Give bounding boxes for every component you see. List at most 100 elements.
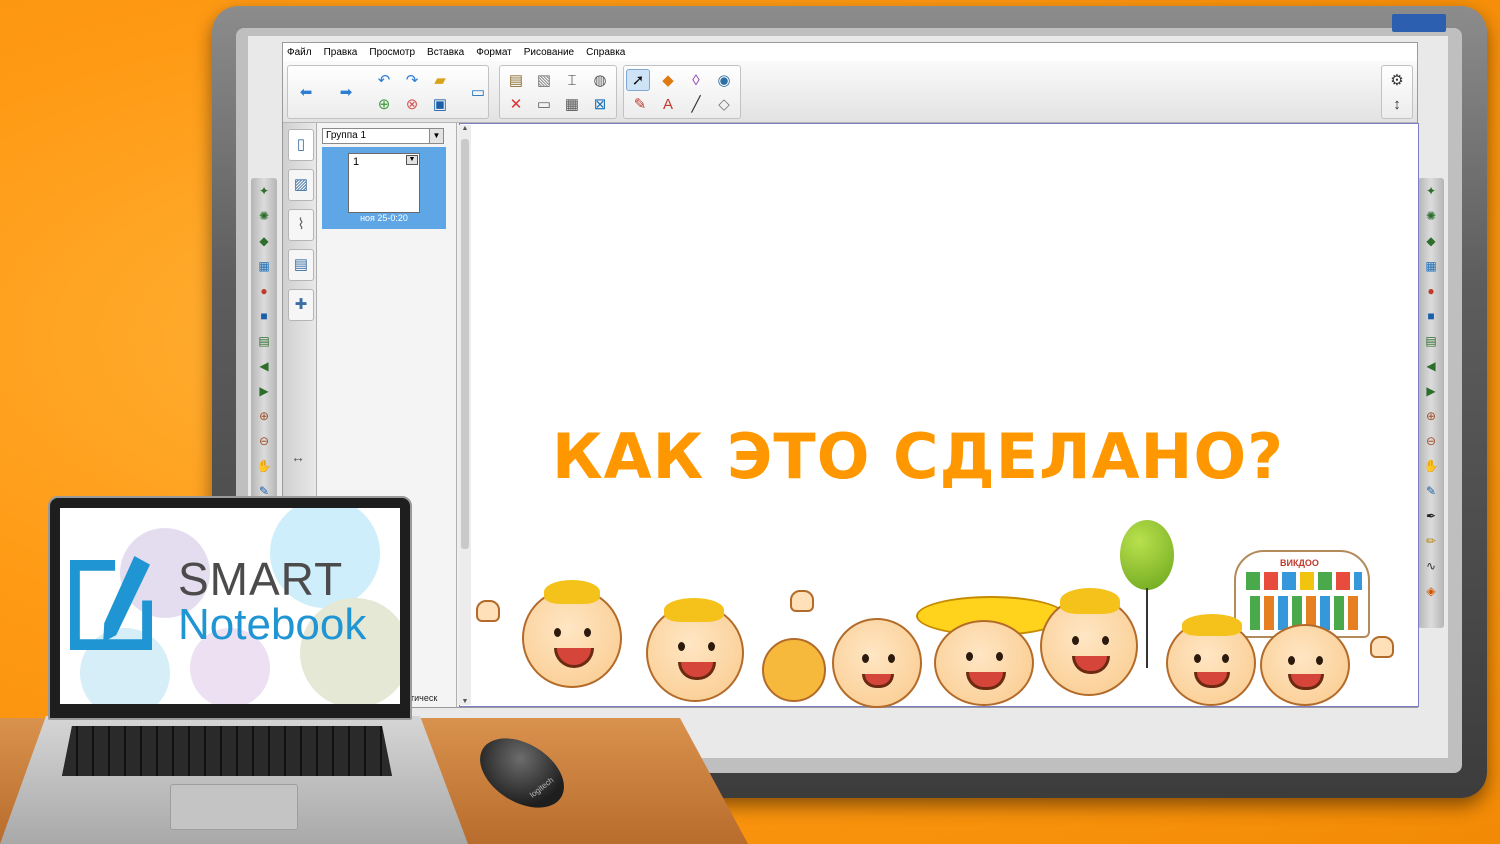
toolbar-group-page: ▤ ▧ ⌶ ◍ ✕ ▭ ▦ ⊠ — [499, 65, 617, 119]
resize-panel-icon[interactable]: ↔ — [291, 449, 305, 465]
tray-hand-icon[interactable]: ✋ — [1423, 457, 1439, 475]
scrollbar-thumb[interactable] — [461, 139, 469, 549]
main-toolbar: ⬅ ➡ ↶ ↷ ▰ ⊕ ⊗ ▣ ▭ ▤ ▧ ⌶ ◍ ✕ ▭ ▦ ⊠ ➚ ◆ ◊ … — [283, 61, 1417, 123]
capture-icon[interactable]: ◍ — [588, 70, 612, 92]
tray-mouse-icon[interactable]: ◆ — [256, 232, 272, 250]
chevron-down-icon[interactable]: ▼ — [429, 129, 443, 143]
delete-icon[interactable]: ✕ — [504, 94, 528, 116]
page-sorter-tab-icon[interactable]: ▯ — [288, 129, 314, 161]
tray-mouse-icon[interactable]: ◆ — [1423, 232, 1439, 250]
tray-page-icon[interactable]: ▤ — [256, 332, 272, 350]
kid-face-6 — [1166, 614, 1256, 706]
tray-star-icon[interactable]: ✦ — [256, 182, 272, 200]
text-icon[interactable]: A — [656, 94, 680, 116]
save-icon[interactable]: ▣ — [428, 94, 452, 116]
tray-keyboard-icon[interactable]: ▦ — [256, 257, 272, 275]
magic-pen-icon[interactable]: ◊ — [684, 70, 708, 92]
page-menu-chevron-icon[interactable]: ▼ — [406, 155, 418, 165]
group-dropdown[interactable]: Группа 1 ▼ — [322, 128, 444, 144]
group-label: Группа 1 — [326, 130, 367, 141]
table-icon[interactable]: ▦ — [560, 94, 584, 116]
menu-file[interactable]: Файл — [287, 47, 312, 58]
tray-zoom-out-icon[interactable]: ⊖ — [1423, 432, 1439, 450]
tray-forward-icon[interactable]: ▶ — [1423, 382, 1439, 400]
addons-tab-icon[interactable]: ✚ — [288, 289, 314, 321]
kid-face-3 — [832, 618, 922, 708]
toolbar-group-settings: ⚙ ↕ — [1381, 65, 1413, 119]
redo-icon[interactable]: ↷ — [400, 70, 424, 92]
menu-edit[interactable]: Правка — [324, 47, 358, 58]
delete-page-icon[interactable]: ⊗ — [400, 94, 424, 116]
tray-close-icon[interactable]: ● — [1423, 282, 1439, 300]
tray-gear-icon[interactable]: ✺ — [1423, 207, 1439, 225]
full-screen-icon[interactable]: ⊠ — [588, 94, 612, 116]
forward-arrow-icon[interactable]: ➡ — [334, 82, 358, 104]
tray-star-icon[interactable]: ✦ — [1423, 182, 1439, 200]
clear-page-icon[interactable]: ▧ — [532, 70, 556, 92]
shapes-icon[interactable]: ◆ — [656, 70, 680, 92]
tray-lasso-icon[interactable]: ∿ — [1423, 557, 1439, 575]
toolbar-group-tools: ➚ ◆ ◊ ◉ ✎ A ╱ ◇ — [623, 65, 741, 119]
tray-marker-icon[interactable]: ✒ — [1423, 507, 1439, 525]
menu-view[interactable]: Просмотр — [369, 47, 415, 58]
display-icon[interactable]: ▭ — [532, 94, 556, 116]
move-toolbar-icon[interactable]: ↕ — [1385, 94, 1409, 116]
tray-zoom-out-icon[interactable]: ⊖ — [256, 432, 272, 450]
open-folder-icon[interactable]: ▰ — [428, 70, 452, 92]
tray-gear-icon[interactable]: ✺ — [256, 207, 272, 225]
menu-insert[interactable]: Вставка — [427, 47, 464, 58]
lines-icon[interactable]: ╱ — [684, 94, 708, 116]
sign-label: ВИКДОО — [1280, 558, 1319, 568]
speech-bubbles-icon — [1246, 572, 1362, 590]
whiteboard-brand-badge — [1392, 14, 1446, 32]
tray-close-icon[interactable]: ● — [256, 282, 272, 300]
tray-pen-icon[interactable]: ✎ — [1423, 482, 1439, 500]
tray-forward-icon[interactable]: ▶ — [256, 382, 272, 400]
menu-draw[interactable]: Рисование — [524, 47, 574, 58]
laptop-screen: SMART Notebook — [60, 508, 400, 704]
page-thumbnail-selected[interactable]: 1 ▼ ноя 25-0:20 — [322, 147, 446, 229]
paste-icon[interactable]: ▤ — [504, 70, 528, 92]
tray-hand-icon[interactable]: ✋ — [256, 457, 272, 475]
laptop-keyboard — [62, 726, 392, 776]
tray-zoom-in-icon[interactable]: ⊕ — [1423, 407, 1439, 425]
add-page-icon[interactable]: ⊕ — [372, 94, 396, 116]
fill-icon[interactable]: ◉ — [712, 70, 736, 92]
menu-help[interactable]: Справка — [586, 47, 625, 58]
kid-hand-icon — [476, 600, 500, 622]
back-arrow-icon[interactable]: ⬅ — [294, 82, 318, 104]
tray-keyboard-icon[interactable]: ▦ — [1423, 257, 1439, 275]
select-icon[interactable]: ➚ — [626, 69, 650, 91]
kid-face-4 — [934, 620, 1034, 706]
tray-eraser-icon[interactable]: ◈ — [1423, 582, 1439, 600]
kid-hand-icon — [790, 590, 814, 612]
brand-smart: SMART — [178, 553, 344, 605]
settings-icon[interactable]: ⚙ — [1385, 70, 1409, 92]
kid-face-1 — [522, 580, 622, 688]
side-tab-strip: ▯ ▨ ⌇ ▤ ✚ ↔ — [283, 123, 317, 507]
tray-page-icon[interactable]: ▤ — [1423, 332, 1439, 350]
tray-back-icon[interactable]: ◀ — [1423, 357, 1439, 375]
menu-bar: Файл Правка Просмотр Вставка Формат Рисо… — [283, 43, 1417, 61]
page-thumbnail[interactable]: 1 ▼ — [348, 153, 420, 213]
attachments-tab-icon[interactable]: ⌇ — [288, 209, 314, 241]
undo-icon[interactable]: ↶ — [372, 70, 396, 92]
menu-format[interactable]: Формат — [476, 47, 512, 58]
screen-shade-icon[interactable]: ▭ — [466, 82, 490, 104]
page-date: ноя 25-0:20 — [360, 213, 408, 223]
tray-zoom-in-icon[interactable]: ⊕ — [256, 407, 272, 425]
kid-face-7 — [1260, 624, 1350, 706]
pens-icon[interactable]: ✎ — [628, 94, 652, 116]
kid-face-5 — [1040, 588, 1138, 696]
scroll-up-icon[interactable]: ▲ — [459, 125, 471, 132]
document-camera-icon[interactable]: ⌶ — [560, 70, 584, 92]
properties-tab-icon[interactable]: ▤ — [288, 249, 314, 281]
tray-highlighter-icon[interactable]: ✏ — [1423, 532, 1439, 550]
gallery-tab-icon[interactable]: ▨ — [288, 169, 314, 201]
tray-save-icon[interactable]: ■ — [1423, 307, 1439, 325]
tray-back-icon[interactable]: ◀ — [256, 357, 272, 375]
teddy-bear-icon — [762, 638, 826, 702]
tray-save-icon[interactable]: ■ — [256, 307, 272, 325]
eraser-icon[interactable]: ◇ — [712, 94, 736, 116]
brand-notebook: Notebook — [178, 600, 367, 649]
